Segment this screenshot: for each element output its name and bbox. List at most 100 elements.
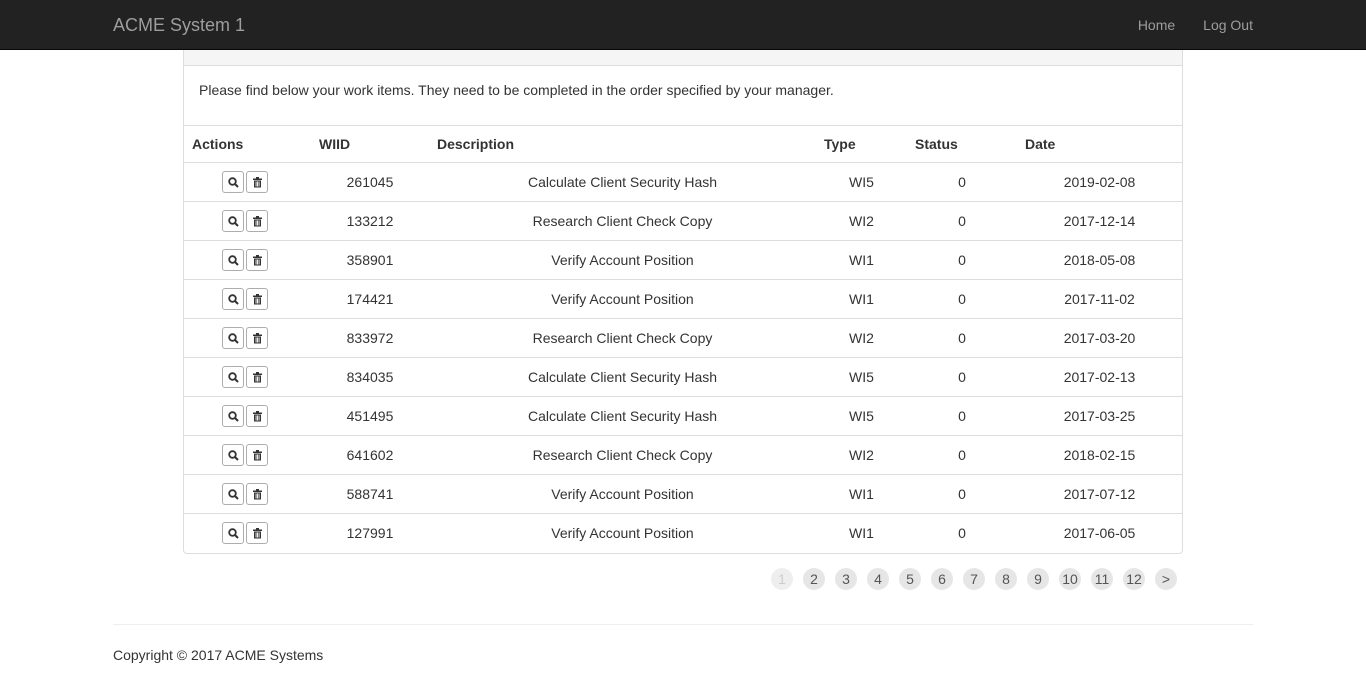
top-navbar: ACME System 1 Home Log Out [0,0,1366,50]
delete-button[interactable] [246,326,268,349]
view-button[interactable] [222,521,244,544]
cell-description: Calculate Client Security Hash [429,162,816,202]
table-header-row: Actions WIID Description Type Status Dat… [184,126,1182,163]
cell-status: 0 [958,524,966,541]
cell-date: 2019-02-08 [1017,162,1182,202]
cell-type: WI2 [816,435,907,475]
cell-type: WI1 [816,240,907,280]
cell-description: Research Client Check Copy [429,435,816,475]
cell-type: WI1 [816,474,907,514]
table-row: 833972 Research Client Check Copy WI2 0 2017… [184,318,1182,358]
row-actions [184,162,311,202]
view-button[interactable] [222,365,244,388]
cell-wiid: 174421 [311,279,429,319]
delete-button[interactable] [246,287,268,310]
panel-intro: Please find below your work items. They … [184,66,1182,126]
table-row: 834035 Calculate Client Security Hash WI5 0… [184,357,1182,397]
page-button-2[interactable]: 2 [803,568,825,590]
footer-divider [113,624,1253,625]
cell-wiid: 834035 [311,357,429,397]
page-button-9[interactable]: 9 [1027,568,1049,590]
footer-copyright: Copyright © 2017 ACME Systems [113,647,324,663]
table-row: 588741 Verify Account Position WI1 0 2017-07… [184,474,1182,514]
cell-type: WI1 [816,279,907,319]
view-button[interactable] [222,482,244,505]
intro-text: Please find below your work items. They … [199,82,834,98]
cell-wiid: 451495 [311,396,429,436]
cell-date: 2017-06-05 [1063,524,1136,541]
page-button-4[interactable]: 4 [867,568,889,590]
delete-button[interactable] [246,482,268,505]
cell-description: Verify Account Position [429,279,816,319]
delete-button[interactable] [246,248,268,271]
header-status: Status [907,126,1017,163]
work-items-panel: Please find below your work items. They … [183,50,1183,554]
delete-button[interactable] [246,365,268,388]
page-next-button[interactable]: > [1155,568,1177,590]
row-actions [184,474,311,514]
cell-status: 0 [907,357,1017,397]
page-button-7[interactable]: 7 [963,568,985,590]
page-button-11[interactable]: 11 [1091,568,1113,590]
cell-description: Calculate Client Security Hash [429,396,816,436]
view-button[interactable] [222,170,244,193]
cell-type: WI2 [816,201,907,241]
table-row: 358901 Verify Account Position WI1 0 2018-05… [184,240,1182,280]
view-button[interactable] [222,248,244,271]
nav-logout-link[interactable]: Log Out [1203,16,1253,34]
nav-home-link[interactable]: Home [1138,16,1175,34]
cell-description: Research Client Check Copy [429,201,816,241]
cell-status: 0 [907,474,1017,514]
cell-date: 2018-02-15 [1017,435,1182,475]
row-actions [184,396,311,436]
row-actions [184,318,311,358]
page-button-6[interactable]: 6 [931,568,953,590]
cell-type: WI5 [816,396,907,436]
cell-wiid: 358901 [311,240,429,280]
page-button-5[interactable]: 5 [899,568,921,590]
view-button[interactable] [222,443,244,466]
cell-wiid: 127991 [346,524,394,541]
view-button[interactable] [222,326,244,349]
delete-button[interactable] [246,170,268,193]
table-row: 133212 Research Client Check Copy WI2 0 2017… [184,201,1182,241]
page-button-1[interactable]: 1 [771,568,793,590]
cell-type: WI5 [816,357,907,397]
row-actions [184,357,311,397]
view-button[interactable] [222,287,244,310]
cell-description: Verify Account Position [551,524,694,541]
cell-status: 0 [907,279,1017,319]
cell-type: WI1 [849,524,874,541]
cell-date: 2017-07-12 [1017,474,1182,514]
cell-status: 0 [907,162,1017,202]
cell-description: Calculate Client Security Hash [429,357,816,397]
cell-description: Verify Account Position [429,474,816,514]
page-button-3[interactable]: 3 [835,568,857,590]
table-body: 261045 Calculate Client Security Hash WI5 0… [184,162,1182,552]
cell-date: 2017-12-14 [1017,201,1182,241]
cell-wiid: 133212 [311,201,429,241]
header-description: Description [429,126,816,163]
cell-date: 2017-11-02 [1017,279,1182,319]
view-button[interactable] [222,404,244,427]
brand-link[interactable]: ACME System 1 [113,14,245,36]
row-actions [184,279,311,319]
delete-button[interactable] [246,521,268,544]
delete-button[interactable] [246,443,268,466]
view-button[interactable] [222,209,244,232]
row-actions [184,240,311,280]
header-actions: Actions [184,126,311,163]
cell-status: 0 [907,318,1017,358]
work-items-table: Actions WIID Description Type Status Dat… [184,126,1182,552]
cell-description: Verify Account Position [429,240,816,280]
page-button-10[interactable]: 10 [1059,568,1081,590]
page-button-12[interactable]: 12 [1123,568,1145,590]
delete-button[interactable] [246,404,268,427]
nav-links: Home Log Out [1138,16,1253,34]
page-button-8[interactable]: 8 [995,568,1017,590]
cell-date: 2017-03-20 [1017,318,1182,358]
cell-date: 2018-05-08 [1017,240,1182,280]
cell-wiid: 833972 [311,318,429,358]
delete-button[interactable] [246,209,268,232]
cell-wiid: 641602 [311,435,429,475]
